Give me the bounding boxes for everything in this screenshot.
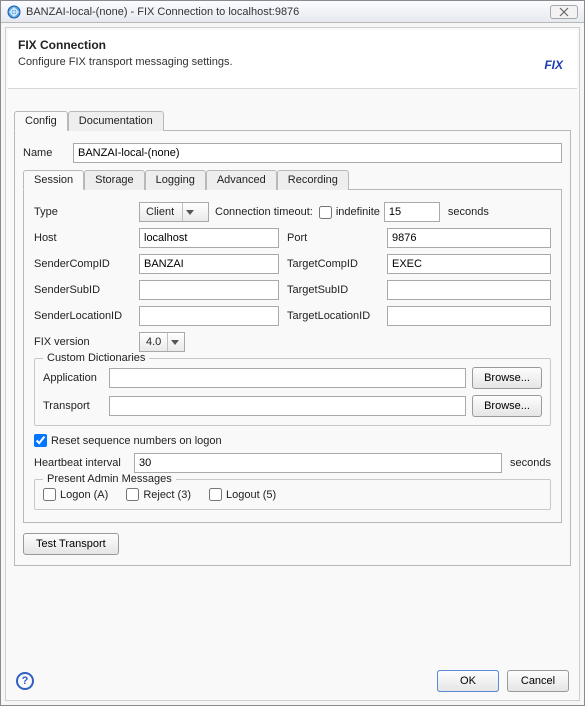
- tab-storage[interactable]: Storage: [84, 170, 145, 190]
- port-label: Port: [287, 232, 387, 244]
- seconds-label-2: seconds: [510, 457, 551, 469]
- tab-recording[interactable]: Recording: [277, 170, 349, 190]
- present-admin-messages-fieldset: Present Admin Messages Logon (A) Reject …: [34, 479, 551, 510]
- reject-check-input[interactable]: [126, 488, 139, 501]
- header-title: FIX Connection: [18, 38, 544, 52]
- header-block: FIX Connection Configure FIX transport m…: [8, 30, 577, 89]
- name-label: Name: [23, 147, 73, 159]
- connection-timeout-label: Connection timeout:: [215, 206, 313, 218]
- dialog-panel: FIX Connection Configure FIX transport m…: [5, 27, 580, 701]
- name-input[interactable]: [73, 143, 562, 163]
- help-icon[interactable]: ?: [16, 672, 34, 690]
- indefinite-checkbox[interactable]: indefinite: [319, 206, 380, 219]
- targetsub-input[interactable]: [387, 280, 551, 300]
- header-subtitle: Configure FIX transport messaging settin…: [18, 56, 544, 68]
- custom-dict-legend: Custom Dictionaries: [43, 352, 149, 364]
- type-label: Type: [34, 206, 139, 218]
- outer-tabs: Config Documentation: [14, 110, 571, 131]
- transport-dict-label: Transport: [43, 400, 109, 412]
- host-label: Host: [34, 232, 139, 244]
- tab-logging[interactable]: Logging: [145, 170, 206, 190]
- tab-session[interactable]: Session: [23, 170, 84, 190]
- reject-checkbox[interactable]: Reject (3): [126, 488, 191, 501]
- port-input[interactable]: [387, 228, 551, 248]
- test-transport-button[interactable]: Test Transport: [23, 533, 119, 555]
- application-dict-label: Application: [43, 372, 109, 384]
- logout-check-input[interactable]: [209, 488, 222, 501]
- heartbeat-input[interactable]: [134, 453, 502, 473]
- type-select[interactable]: Client: [139, 202, 209, 222]
- targetcomp-label: TargetCompID: [287, 258, 387, 270]
- admin-legend: Present Admin Messages: [43, 473, 176, 485]
- chevron-down-icon: [182, 203, 196, 221]
- close-button[interactable]: [550, 5, 578, 19]
- inner-tabs: Session Storage Logging Advanced Recordi…: [23, 169, 562, 190]
- fixversion-select[interactable]: 4.0: [139, 332, 185, 352]
- indefinite-check-input[interactable]: [319, 206, 332, 219]
- reset-sequence-input[interactable]: [34, 434, 47, 447]
- seconds-label-1: seconds: [448, 206, 489, 218]
- sendercomp-label: SenderCompID: [34, 258, 139, 270]
- window-title: BANZAI-local-(none) - FIX Connection to …: [26, 6, 550, 18]
- cancel-button[interactable]: Cancel: [507, 670, 569, 692]
- app-icon: [7, 5, 21, 19]
- titlebar: BANZAI-local-(none) - FIX Connection to …: [1, 1, 584, 23]
- dialog-window: BANZAI-local-(none) - FIX Connection to …: [0, 0, 585, 706]
- fix-logo: FIX: [544, 58, 563, 72]
- browse-transport-button[interactable]: Browse...: [472, 395, 542, 417]
- transport-dict-input[interactable]: [109, 396, 466, 416]
- logon-check-input[interactable]: [43, 488, 56, 501]
- timeout-input[interactable]: [384, 202, 440, 222]
- custom-dictionaries-fieldset: Custom Dictionaries Application Browse..…: [34, 358, 551, 426]
- ok-button[interactable]: OK: [437, 670, 499, 692]
- tab-config[interactable]: Config: [14, 111, 68, 131]
- senderloc-label: SenderLocationID: [34, 310, 139, 322]
- logon-checkbox[interactable]: Logon (A): [43, 488, 108, 501]
- sendercomp-input[interactable]: [139, 254, 279, 274]
- chevron-down-icon: [167, 333, 181, 351]
- host-input[interactable]: [139, 228, 279, 248]
- tab-documentation[interactable]: Documentation: [68, 111, 164, 131]
- targetloc-label: TargetLocationID: [287, 310, 387, 322]
- sendersub-label: SenderSubID: [34, 284, 139, 296]
- reset-sequence-checkbox[interactable]: Reset sequence numbers on logon: [34, 434, 222, 447]
- targetloc-input[interactable]: [387, 306, 551, 326]
- logout-checkbox[interactable]: Logout (5): [209, 488, 276, 501]
- application-dict-input[interactable]: [109, 368, 466, 388]
- targetsub-label: TargetSubID: [287, 284, 387, 296]
- fixversion-label: FIX version: [34, 336, 139, 348]
- heartbeat-label: Heartbeat interval: [34, 457, 134, 469]
- targetcomp-input[interactable]: [387, 254, 551, 274]
- browse-application-button[interactable]: Browse...: [472, 367, 542, 389]
- tab-advanced[interactable]: Advanced: [206, 170, 277, 190]
- sendersub-input[interactable]: [139, 280, 279, 300]
- senderloc-input[interactable]: [139, 306, 279, 326]
